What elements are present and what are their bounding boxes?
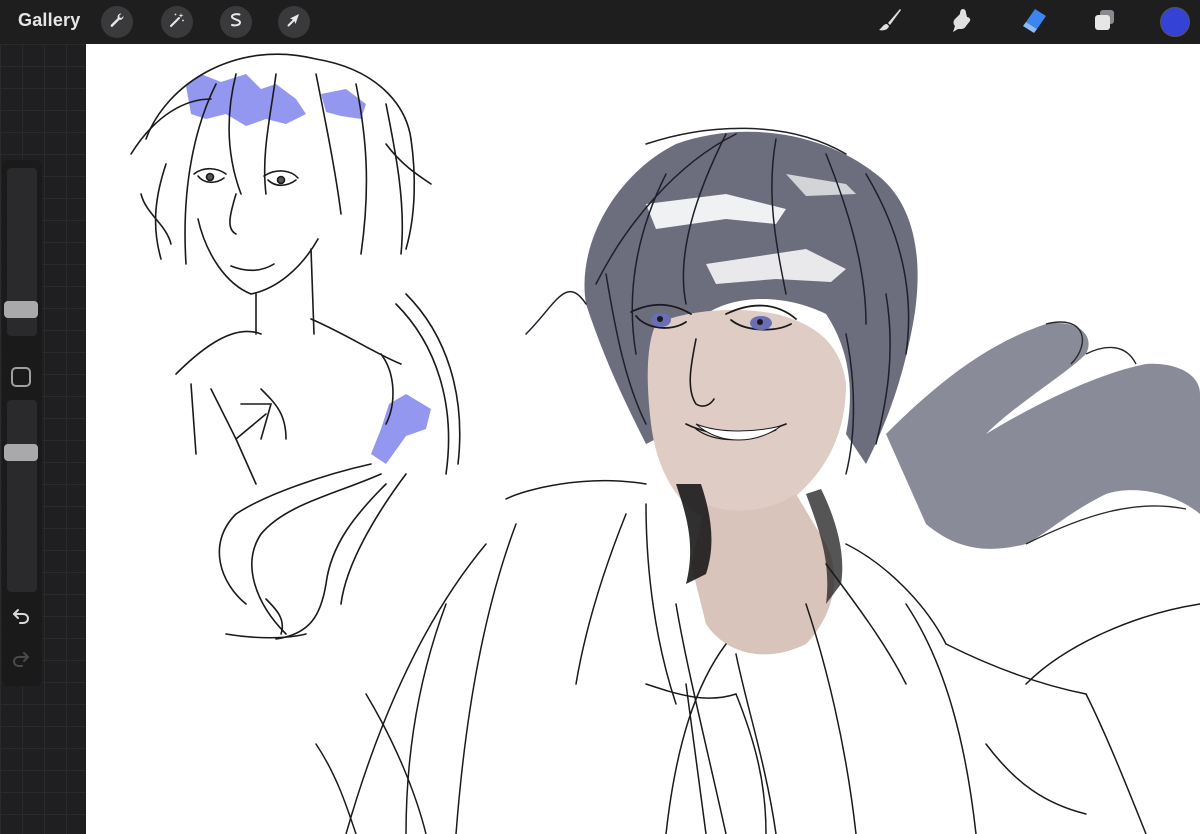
layers-icon [1092,7,1118,38]
large-character [315,127,1200,834]
wrench-icon [108,11,126,34]
modify-button[interactable] [11,367,31,387]
transform-button[interactable] [278,6,310,38]
brush-icon [876,6,904,39]
selection-button[interactable] [220,6,252,38]
procreate-app: Gallery [0,0,1200,834]
gallery-button[interactable]: Gallery [18,10,80,31]
drawing-canvas[interactable] [86,44,1200,834]
smudge-tool-button[interactable] [946,7,976,37]
brush-size-thumb[interactable] [4,301,38,318]
undo-button[interactable] [8,605,34,631]
neck-skin [691,494,835,655]
small-sketch [130,53,461,640]
sidebar [2,160,42,686]
layers-button[interactable] [1090,7,1120,37]
redo-icon [11,649,31,674]
undo-icon [11,606,31,631]
eraser-icon [1018,6,1048,39]
opacity-thumb[interactable] [4,444,38,461]
color-picker-swatch[interactable] [1160,7,1190,37]
brush-tool-button[interactable] [875,7,905,37]
smudge-icon [947,6,975,39]
eraser-tool-button[interactable] [1018,7,1048,37]
actions-button[interactable] [101,6,133,38]
adjustments-button[interactable] [161,6,193,38]
selection-icon [227,11,245,34]
transform-arrow-icon [285,11,303,34]
small-sketch-blue-highlights [186,74,431,464]
magic-wand-icon [168,11,186,34]
redo-button[interactable] [8,648,34,674]
canvas-artwork [130,53,1200,834]
opacity-slider[interactable] [4,400,38,592]
brush-size-slider[interactable] [4,168,38,336]
ponytail-fill [886,323,1200,549]
top-toolbar: Gallery [0,0,1200,44]
